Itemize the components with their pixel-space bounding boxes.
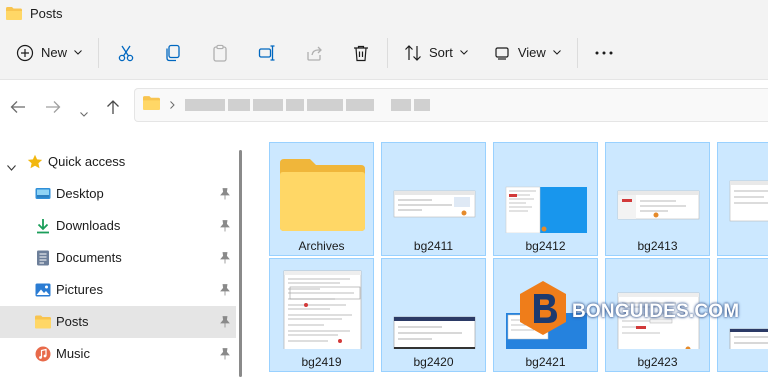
pictures-icon [35,282,51,298]
title-bar: Posts [0,0,768,26]
watermark-logo-icon [518,280,568,341]
toolbar-separator [576,37,578,68]
pin-icon [220,284,230,296]
more-options-button[interactable] [595,36,613,70]
download-icon [35,218,51,234]
image-thumbnail [392,269,477,352]
pin-icon [220,188,230,200]
pin-icon [220,316,230,328]
file-name: bg2413 [637,239,678,253]
file-name: bg2411 [413,239,454,253]
more-icon [595,51,613,55]
image-thumbnail [504,153,589,245]
chevron-down-icon [552,50,561,55]
toolbar-separator [98,37,100,68]
command-bar: New Sort View [0,26,768,80]
sidebar-item-label: Posts [56,314,89,329]
watermark: BONGUIDES.COM [512,280,739,336]
copy-icon [164,44,182,62]
chevron-down-icon [460,50,468,55]
navigation-pane: Quick access Desktop Downloads Documents [0,136,236,377]
folder-icon [280,153,365,233]
file-item-archives[interactable]: Archives [269,142,374,256]
forward-arrow-icon[interactable] [45,100,61,119]
view-button-label: View [517,45,546,60]
breadcrumb-path-redacted [185,99,433,111]
file-name: bg2420 [413,355,454,369]
star-icon [27,154,43,170]
share-button[interactable] [305,36,323,70]
back-arrow-icon[interactable] [10,100,26,119]
image-thumbnail [728,153,768,233]
sidebar-item-label: Quick access [48,154,126,169]
new-button-label: New [41,45,68,60]
file-name: bg2423 [637,355,678,369]
sort-button-label: Sort [429,45,453,60]
address-bar[interactable] [134,88,768,122]
sort-icon [404,44,422,62]
sidebar-item-pictures[interactable]: Pictures [0,274,236,306]
rename-icon [258,44,276,62]
file-name: bg2412 [525,239,566,253]
sidebar-item-music[interactable]: Music [0,338,236,370]
sidebar-item-quick-access[interactable]: Quick access [0,146,236,178]
sidebar-item-posts[interactable]: Posts [0,306,236,338]
image-thumbnail [616,153,701,233]
folder-icon [143,95,160,115]
image-thumbnail [392,153,477,233]
desktop-icon [35,186,51,202]
file-item-bg2419[interactable]: bg2419 [269,258,374,372]
sidebar-item-downloads[interactable]: Downloads [0,210,236,242]
file-item-partial[interactable] [717,142,768,256]
image-thumbnail [280,269,365,360]
view-button[interactable]: View [494,36,561,70]
file-name: bg2421 [525,355,566,369]
chevron-down-icon [74,50,82,55]
paste-button[interactable] [211,36,229,70]
navigation-bar [0,80,768,136]
music-icon [35,346,51,362]
plus-circle-icon [16,44,34,62]
folder-icon [6,6,22,20]
file-item-bg2413[interactable]: bg2413 [605,142,710,256]
chevron-down-icon[interactable] [7,159,16,174]
delete-icon [352,44,370,62]
document-icon [35,250,51,266]
folder-icon [35,314,51,330]
sidebar-item-desktop[interactable]: Desktop [0,178,236,210]
up-arrow-icon[interactable] [106,99,120,120]
pin-icon [220,220,230,232]
pin-icon [220,348,230,360]
sidebar-item-documents[interactable]: Documents [0,242,236,274]
sidebar-item-label: Pictures [56,282,103,297]
view-icon [494,45,510,61]
sidebar-scrollbar-thumb[interactable] [239,150,242,377]
breadcrumb-chevron-icon [170,96,175,114]
cut-icon [117,44,135,62]
rename-button[interactable] [258,36,276,70]
pin-icon [220,252,230,264]
sidebar-item-label: Desktop [56,186,104,201]
sort-button[interactable]: Sort [404,36,468,70]
copy-button[interactable] [164,36,182,70]
paste-icon [211,44,229,62]
sidebar-item-label: Music [56,346,90,361]
new-button[interactable]: New [16,36,82,70]
sidebar-item-label: Documents [56,250,122,265]
file-item-bg2411[interactable]: bg2411 [381,142,486,256]
delete-button[interactable] [352,36,370,70]
sidebar-item-label: Downloads [56,218,121,233]
file-name: bg2419 [301,355,342,369]
file-item-bg2412[interactable]: bg2412 [493,142,598,256]
file-name: Archives [298,239,345,253]
toolbar-separator [387,37,389,68]
window-title: Posts [30,5,63,21]
file-item-bg2420[interactable]: bg2420 [381,258,486,372]
watermark-text: BONGUIDES.COM [572,301,740,322]
cut-button[interactable] [117,36,135,70]
recent-locations-chevron-icon[interactable] [80,104,88,122]
file-list: Archives bg2411 bg2412 bg2413 bg2419 bg2… [250,136,768,377]
share-icon [305,44,323,62]
